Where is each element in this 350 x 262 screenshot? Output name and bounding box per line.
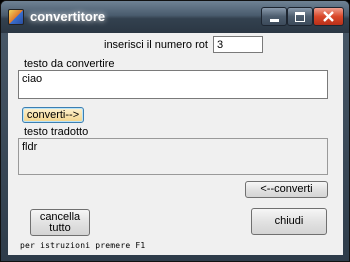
decode-button[interactable]: <--converti bbox=[245, 181, 328, 198]
input-textbox[interactable]: ciao bbox=[18, 70, 328, 99]
client-area: inserisci il numero rot testo da convert… bbox=[8, 33, 343, 255]
clear-all-button[interactable]: cancella tutto bbox=[30, 209, 90, 236]
close-icon bbox=[323, 11, 334, 22]
close-window-button[interactable] bbox=[313, 7, 344, 26]
encode-button[interactable]: converti--> bbox=[22, 107, 84, 123]
app-icon[interactable] bbox=[8, 9, 24, 25]
rotation-label: inserisci il numero rot bbox=[104, 39, 208, 51]
minimize-icon bbox=[269, 18, 279, 22]
input-label: testo da convertire bbox=[24, 58, 115, 70]
title-bar[interactable]: convertitore bbox=[1, 1, 349, 33]
rotation-input[interactable] bbox=[213, 36, 263, 53]
help-hint: per istruzioni premere F1 bbox=[20, 241, 146, 250]
maximize-button[interactable] bbox=[287, 7, 313, 26]
close-button[interactable]: chiudi bbox=[251, 208, 327, 235]
output-label: testo tradotto bbox=[24, 126, 89, 138]
maximize-icon bbox=[295, 11, 305, 22]
window-title: convertitore bbox=[30, 9, 106, 24]
minimize-button[interactable] bbox=[261, 7, 287, 26]
output-textbox[interactable]: fldr bbox=[18, 138, 328, 175]
app-window: convertitore inserisci il numero rot tes… bbox=[0, 0, 350, 262]
